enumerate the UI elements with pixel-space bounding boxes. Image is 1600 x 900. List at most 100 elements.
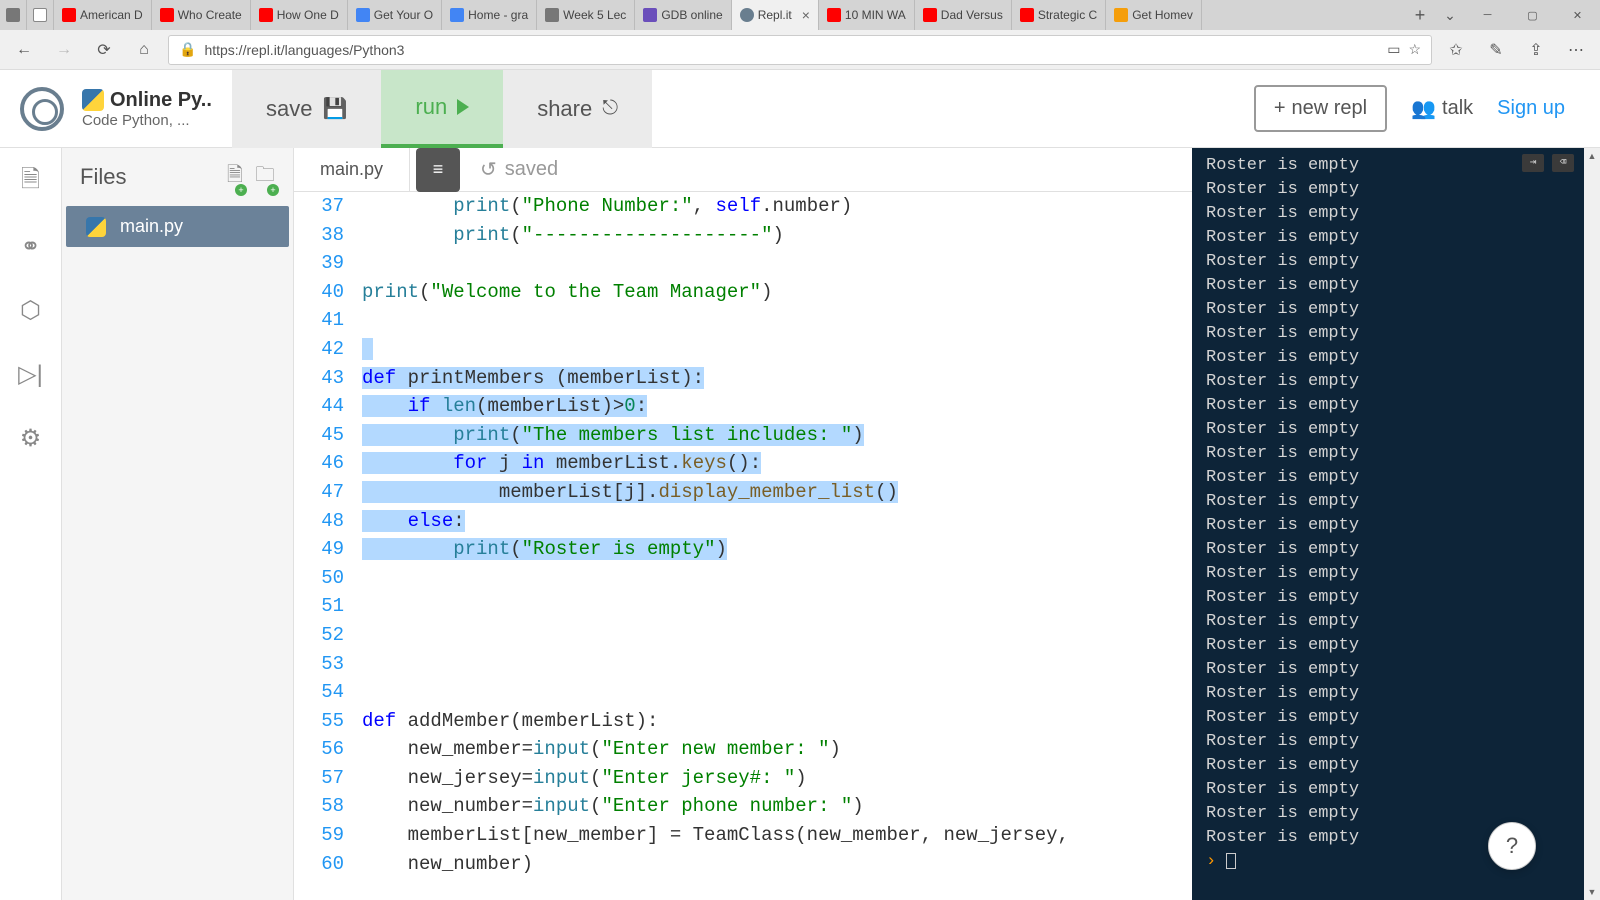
code-line[interactable]: memberList[j].display_member_list() [362, 478, 1192, 507]
code-editor[interactable]: 3738394041424344454647484950515253545556… [294, 192, 1192, 900]
code-line[interactable]: else: [362, 507, 1192, 536]
code-line[interactable]: memberList[new_member] = TeamClass(new_m… [362, 821, 1192, 850]
console-line: Roster is empty [1206, 538, 1570, 562]
forward-button[interactable]: → [48, 34, 80, 66]
line-number: 53 [294, 650, 344, 679]
code-line[interactable]: for j in memberList.keys(): [362, 449, 1192, 478]
home-button[interactable]: ⌂ [128, 34, 160, 66]
new-folder-button[interactable]: 🗀+ [255, 160, 275, 194]
share-button[interactable]: share ⎋ [503, 70, 652, 148]
code-line[interactable] [362, 678, 1192, 707]
browser-tab[interactable]: Strategic C [1012, 0, 1106, 30]
code-line[interactable] [362, 650, 1192, 679]
people-icon: 👥 [1411, 96, 1436, 121]
scrollbar-vertical[interactable]: ▲ ▼ [1584, 148, 1600, 900]
favorites-button[interactable]: ✩ [1440, 34, 1472, 66]
code-line[interactable] [362, 306, 1192, 335]
line-number: 37 [294, 192, 344, 221]
talk-label: talk [1442, 97, 1473, 120]
code-line[interactable]: new_number=input("Enter phone number: ") [362, 792, 1192, 821]
browser-tab[interactable]: GDB online [635, 0, 731, 30]
scroll-track[interactable] [1584, 164, 1600, 884]
close-window-button[interactable]: ✕ [1555, 0, 1600, 30]
scroll-up-icon[interactable]: ▲ [1584, 148, 1600, 164]
line-number: 41 [294, 306, 344, 335]
code-line[interactable] [362, 621, 1192, 650]
editor-pane: main.py ≡ ↺ saved 3738394041424344454647… [294, 148, 1192, 900]
browser-tab[interactable]: Who Create [152, 0, 251, 30]
code-line[interactable]: if len(memberList)>0: [362, 392, 1192, 421]
refresh-button[interactable]: ⟳ [88, 34, 120, 66]
console-expand-icon[interactable]: ⇥ [1522, 154, 1544, 172]
tab-label: How One D [277, 8, 339, 22]
repl-subtitle: Code Python, ... [82, 112, 212, 129]
help-button[interactable]: ? [1488, 822, 1536, 870]
scroll-down-icon[interactable]: ▼ [1584, 884, 1600, 900]
maximize-button[interactable]: ▢ [1510, 0, 1555, 30]
replit-logo[interactable] [20, 87, 64, 131]
code-line[interactable] [362, 335, 1192, 364]
version-control-icon[interactable]: ⚭ [17, 232, 45, 260]
console-clear-icon[interactable]: ⌫ [1552, 154, 1574, 172]
browser-tab[interactable]: American D [54, 0, 152, 30]
code-line[interactable]: def printMembers (memberList): [362, 364, 1192, 393]
new-repl-button[interactable]: + new repl [1254, 85, 1387, 132]
files-icon[interactable]: 🗎 [17, 168, 45, 196]
app-icon [33, 8, 47, 22]
packages-icon[interactable]: ⬡ [17, 296, 45, 324]
line-number: 51 [294, 592, 344, 621]
taskbar-app-icon[interactable] [27, 0, 54, 30]
code-line[interactable]: print("The members list includes: ") [362, 421, 1192, 450]
reader-icon[interactable]: ▭ [1387, 41, 1400, 58]
favorite-icon[interactable]: ☆ [1408, 41, 1421, 58]
browser-tab[interactable]: Week 5 Lec [537, 0, 635, 30]
line-number: 56 [294, 735, 344, 764]
minimize-button[interactable]: ─ [1465, 0, 1510, 30]
browser-tab[interactable]: Home - gra [442, 0, 537, 30]
sign-up-link[interactable]: Sign up [1497, 97, 1580, 120]
play-icon [457, 99, 469, 115]
favicon [827, 8, 841, 22]
code-line[interactable]: print("--------------------") [362, 221, 1192, 250]
editor-tab-main-py[interactable]: main.py [294, 148, 410, 191]
code-content[interactable]: print("Phone Number:", self.number) prin… [358, 192, 1192, 900]
browser-tab[interactable]: How One D [251, 0, 348, 30]
code-line[interactable]: new_number) [362, 850, 1192, 879]
settings-icon[interactable]: ⚙ [17, 424, 45, 452]
debugger-icon[interactable]: ▷| [17, 360, 45, 388]
menu-button[interactable]: ⋯ [1560, 34, 1592, 66]
code-line[interactable]: new_jersey=input("Enter jersey#: ") [362, 764, 1192, 793]
taskbar-app-icon[interactable] [0, 0, 27, 30]
browser-tab[interactable]: 10 MIN WA [819, 0, 915, 30]
close-tab-icon[interactable]: × [802, 7, 810, 23]
share-button[interactable]: ⇪ [1520, 34, 1552, 66]
code-line[interactable] [362, 592, 1192, 621]
browser-tab[interactable]: Repl.it× [732, 0, 819, 30]
format-button[interactable]: ≡ [416, 148, 460, 192]
file-item-main-py[interactable]: main.py [66, 206, 289, 247]
code-line[interactable]: print("Welcome to the Team Manager") [362, 278, 1192, 307]
url-field[interactable]: 🔒 https://repl.it/languages/Python3 ▭ ☆ [168, 35, 1432, 65]
code-line[interactable]: new_member=input("Enter new member: ") [362, 735, 1192, 764]
console-line: Roster is empty [1206, 226, 1570, 250]
browser-tab[interactable]: Get Homev [1106, 0, 1202, 30]
console-output[interactable]: ⇥ ⌫ Roster is empty Roster is empty Roster… [1192, 148, 1584, 900]
browser-tab[interactable]: Dad Versus [915, 0, 1012, 30]
tab-overflow-button[interactable]: ⌄ [1435, 7, 1465, 24]
code-line[interactable]: def addMember(memberList): [362, 707, 1192, 736]
new-file-button[interactable]: 🗎+ [227, 160, 243, 194]
line-number: 54 [294, 678, 344, 707]
code-line[interactable]: print("Roster is empty") [362, 535, 1192, 564]
browser-tab[interactable]: Get Your O [348, 0, 442, 30]
line-number: 44 [294, 392, 344, 421]
notes-button[interactable]: ✎ [1480, 34, 1512, 66]
code-line[interactable] [362, 249, 1192, 278]
save-button[interactable]: save 💾 [232, 70, 381, 148]
code-line[interactable]: print("Phone Number:", self.number) [362, 192, 1192, 221]
code-line[interactable] [362, 564, 1192, 593]
new-tab-button[interactable]: + [1405, 5, 1435, 26]
back-button[interactable]: ← [8, 34, 40, 66]
talk-button[interactable]: 👥 talk [1411, 96, 1473, 121]
console-line: Roster is empty [1206, 298, 1570, 322]
run-button[interactable]: run [381, 70, 503, 148]
